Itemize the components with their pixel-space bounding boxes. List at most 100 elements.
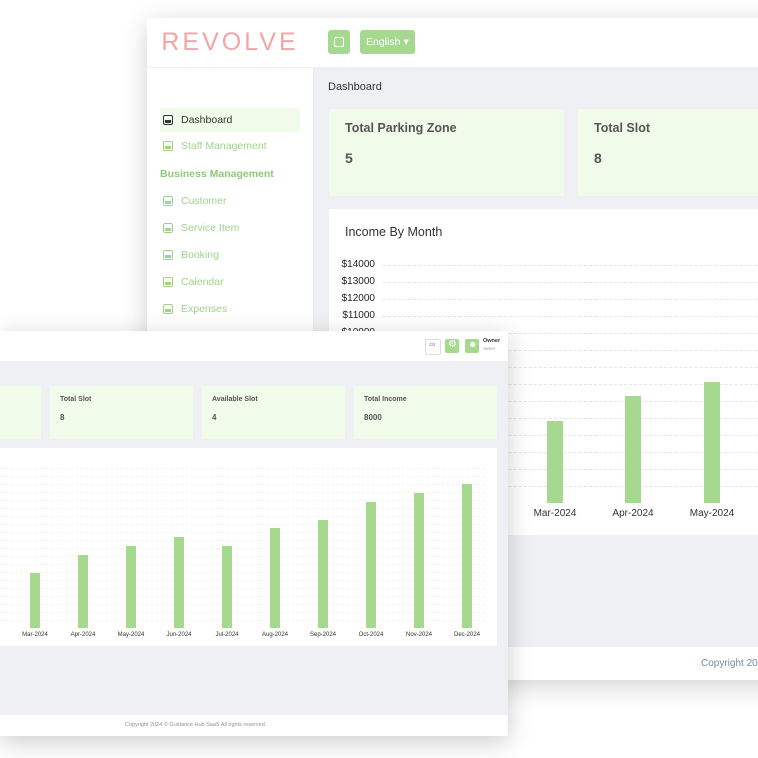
avatar[interactable]: ☻ (465, 339, 479, 353)
x-tick-label: Nov-2024 (405, 632, 433, 638)
sidebar-item-booking[interactable]: Booking (160, 243, 300, 267)
caret-down-icon: ▾ (403, 36, 409, 48)
stat-card-title: Available Slot (212, 396, 258, 403)
grid-line (0, 580, 485, 581)
copyright-text: Copyright 202 (701, 658, 758, 669)
sidebar-section-title: Business Management (160, 168, 274, 180)
user-name: Owner (483, 338, 501, 344)
bar (318, 519, 328, 628)
grid-line (0, 500, 485, 501)
sidebar-item-service-item[interactable]: Service Item (160, 216, 300, 240)
link-icon[interactable]: ∞ (425, 339, 441, 355)
image-icon (163, 115, 173, 125)
sidebar-item-label: Staff Management (181, 140, 267, 152)
x-tick-label: Mar-2024 (533, 508, 577, 519)
sidebar-item-customer[interactable]: Customer (160, 189, 300, 213)
stat-card: Total Income 8000 (354, 386, 497, 439)
y-tick-label: $13000 (341, 276, 375, 287)
bar (366, 501, 376, 628)
x-tick-label: Mar-2024 (22, 632, 48, 638)
front-window: ∞ ⚙ ☻ Owner owner Total Slot 8 Available… (0, 331, 508, 736)
grid-line (383, 265, 758, 266)
grid-line (383, 316, 758, 317)
stat-card-value: 8 (60, 413, 65, 422)
x-tick-label: Jun-2024 (166, 632, 192, 638)
sidebar-item-expenses[interactable]: Expenses (160, 297, 300, 321)
bar (174, 537, 184, 628)
image-icon (163, 250, 173, 260)
grid-line (0, 532, 485, 533)
image-icon (163, 223, 173, 233)
grid-line (0, 572, 485, 573)
bar (270, 528, 280, 628)
x-tick-label: May-2024 (117, 632, 145, 638)
app-logo[interactable]: REVOLVE (147, 18, 313, 68)
image-icon (163, 196, 173, 206)
stat-card-value: 5 (345, 150, 353, 166)
grid-line (0, 556, 485, 557)
language-label: English (366, 36, 401, 48)
stat-card-value: 8 (594, 150, 602, 166)
sidebar-item-label: Booking (181, 249, 219, 261)
stat-card-title: Total Slot (60, 396, 92, 403)
image-icon (163, 277, 173, 287)
x-tick-label: Dec-2024 (453, 632, 481, 638)
grid-line (0, 612, 485, 613)
sidebar-item-calendar[interactable]: Calendar (160, 270, 300, 294)
sidebar-item-label: Calendar (181, 276, 224, 288)
breadcrumb: Dashboard (328, 81, 382, 93)
x-tick-label: Aug-2024 (261, 632, 289, 638)
grid-line (0, 596, 485, 597)
bar (414, 492, 424, 628)
grid-line (0, 468, 485, 469)
x-tick-label: May-2024 (689, 508, 735, 519)
grid-line (0, 524, 485, 525)
bar (547, 421, 563, 503)
grid-line (0, 564, 485, 565)
bar (462, 484, 472, 628)
grid-line (0, 540, 485, 541)
image-icon (163, 304, 173, 314)
bar (625, 395, 641, 503)
stat-card-title: Total Parking Zone (345, 121, 457, 135)
sidebar-item-dashboard[interactable]: Dashboard (160, 108, 300, 132)
grid-line (0, 476, 485, 477)
bar (78, 555, 88, 628)
x-tick-label: Apr-2024 (612, 508, 654, 519)
stat-card-title: Total Slot (594, 121, 651, 135)
stat-card: Total Slot 8 (50, 386, 193, 439)
grid-line (0, 548, 485, 549)
user-role: owner (483, 346, 496, 351)
stat-card: Total Parking Zone 5 (329, 109, 564, 196)
footer: Copyright 2024 © Guidance Hub SaaS All r… (0, 715, 508, 736)
y-tick-label: $12000 (341, 293, 375, 304)
gear-icon[interactable]: ⚙ (445, 339, 459, 353)
x-tick-label: Apr-2024 (70, 632, 96, 638)
sidebar-item-label: Expenses (181, 303, 228, 315)
language-dropdown[interactable]: English ▾ (360, 30, 415, 54)
image-icon (163, 141, 173, 151)
sidebar-item-label: Customer (181, 195, 227, 207)
y-tick-label: $11000 (342, 310, 375, 321)
grid-line (0, 588, 485, 589)
x-tick-label: Sep-2024 (309, 632, 337, 638)
income-chart-panel: Mar-2024 Apr-2024 May-2024 Jun-2024 Jul-2024… (0, 448, 497, 646)
y-tick-label: $14000 (341, 259, 375, 270)
image-icon (334, 37, 344, 47)
stat-card-value: 4 (212, 413, 217, 422)
x-tick-label: Jul-2024 (215, 632, 239, 638)
bar (30, 572, 40, 628)
grid-line (383, 299, 758, 300)
income-bar-chart: Mar-2024 Apr-2024 May-2024 Jun-2024 Jul-2024… (0, 448, 497, 646)
bar (704, 382, 720, 503)
sidebar-item-label: Service Item (181, 222, 240, 234)
sidebar-item-staff-management[interactable]: Staff Management (160, 134, 300, 158)
image-button[interactable] (328, 30, 350, 54)
stat-card: Total Slot 8 (578, 109, 758, 196)
stat-card (0, 386, 41, 439)
grid-line (0, 604, 485, 605)
stat-card: Available Slot 4 (202, 386, 345, 439)
bar (222, 546, 232, 628)
grid-line (383, 282, 758, 283)
stat-card-value: 8000 (364, 413, 382, 422)
